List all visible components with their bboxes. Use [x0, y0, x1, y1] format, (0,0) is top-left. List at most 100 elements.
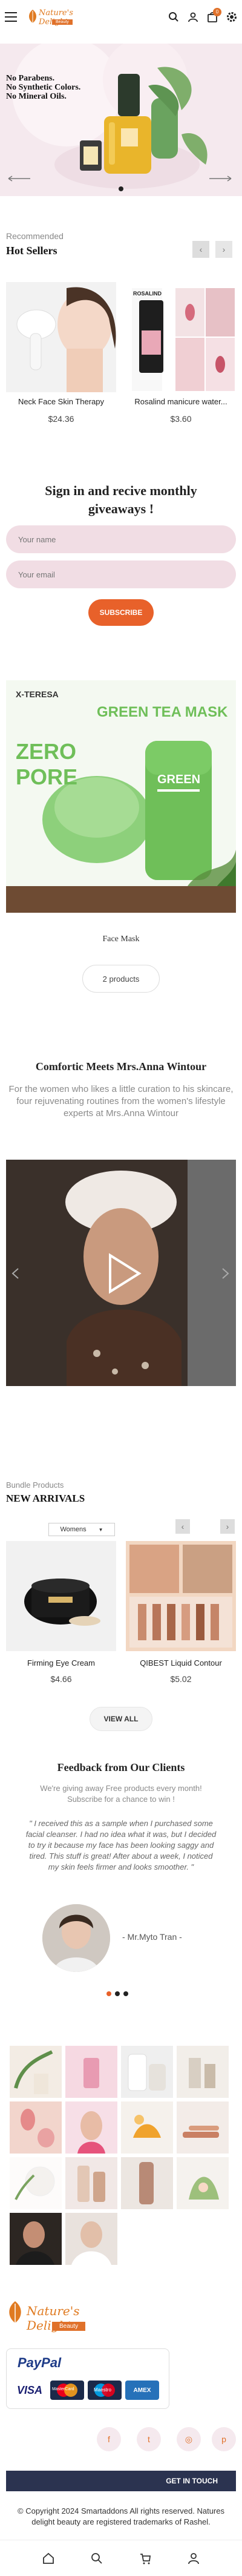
gallery-image[interactable]	[121, 2157, 173, 2209]
hero-pagination[interactable]	[119, 186, 123, 191]
user-icon[interactable]	[188, 12, 198, 22]
site-logo[interactable]: Nature's Delight Beauty	[25, 6, 100, 28]
bottom-nav	[0, 2540, 242, 2576]
testimonial-pagination[interactable]	[106, 1991, 128, 1996]
product-image[interactable]	[126, 1541, 236, 1651]
newsletter-title-line: giveaways !	[88, 501, 154, 516]
newsletter-title: Sign in and recive monthly giveaways !	[0, 482, 242, 518]
next-button[interactable]: ›	[220, 1519, 235, 1534]
user-icon[interactable]	[188, 2552, 200, 2564]
name-field[interactable]: Your name	[6, 525, 236, 553]
products-count-button[interactable]: 2 products	[82, 965, 160, 993]
gallery-image[interactable]	[10, 2157, 62, 2209]
pagination-dot[interactable]	[123, 1991, 128, 1996]
footer-logo[interactable]: Nature's Delight Beauty	[6, 2300, 127, 2336]
gallery-image[interactable]	[177, 2101, 229, 2154]
hero-image	[12, 44, 208, 189]
hero-slider[interactable]: No Parabens. No Synthetic Colors. No Min…	[0, 44, 242, 196]
product-image[interactable]: ROSALIND	[126, 282, 236, 392]
section-title: NEW ARRIVALS	[6, 1493, 85, 1504]
leaf-logo-icon	[9, 2301, 21, 2323]
about-text: For the women who likes a little curatio…	[8, 1084, 234, 1119]
gallery-image[interactable]	[65, 2213, 117, 2265]
gallery-photo	[121, 2157, 173, 2209]
section-label: Recommended	[6, 231, 64, 241]
menu-icon[interactable]	[5, 12, 17, 22]
gallery-image[interactable]	[177, 2046, 229, 2098]
avatar-photo	[42, 1904, 110, 1972]
chevron-left-icon[interactable]	[11, 1267, 19, 1280]
pagination-dot[interactable]	[106, 1991, 111, 1996]
logo-tag: Beauty	[52, 19, 73, 25]
category-value: Womens	[60, 1526, 87, 1533]
chevron-right-icon[interactable]	[221, 1267, 230, 1280]
hero-line: No Synthetic Colors.	[6, 83, 81, 92]
product-image[interactable]	[6, 282, 116, 392]
hero-text: No Parabens. No Synthetic Colors. No Min…	[6, 74, 80, 101]
paypal-logo: PayPal	[18, 2355, 62, 2370]
gallery-photo	[177, 2157, 229, 2209]
hero-line: No Mineral Oils.	[6, 92, 67, 101]
testimonial-author: - Mr.Myto Tran -	[122, 1932, 182, 1942]
arrow-right-icon[interactable]	[208, 176, 232, 182]
cart-icon[interactable]	[139, 2552, 151, 2564]
category-select[interactable]: Womens ▼	[48, 1523, 115, 1536]
pinterest-icon[interactable]: p	[212, 2427, 236, 2451]
promo-banner[interactable]: X-TERESA GREEN TEA MASK ZERO PORE GREEN	[6, 680, 236, 913]
subscribe-button[interactable]: SUBSCRIBE	[88, 599, 154, 626]
product-photo: ROSALIND	[126, 282, 236, 392]
product-name[interactable]: Rosalind manicure water...	[126, 397, 236, 406]
gallery-photo	[10, 2213, 62, 2265]
stick-brand: GREEN	[157, 773, 200, 786]
instagram-icon[interactable]: ◎	[177, 2427, 201, 2451]
gallery-photo	[10, 2046, 62, 2098]
search-icon[interactable]	[168, 12, 179, 22]
product-price: $4.66	[50, 1674, 72, 1684]
leaf-logo-icon	[29, 10, 36, 23]
product-name[interactable]: QIBEST Liquid Contour	[126, 1658, 236, 1668]
promo-zero: ZERO	[16, 739, 76, 764]
product-photo	[6, 1541, 116, 1651]
gallery-image[interactable]	[10, 2046, 62, 2098]
product-name[interactable]: Neck Face Skin Therapy	[6, 397, 116, 406]
view-all-button[interactable]: VIEW ALL	[90, 1707, 152, 1731]
promo-brand: X-TERESA	[16, 689, 59, 699]
payment-methods: PayPal VISA MasterCard Maestro AMEX	[6, 2348, 169, 2409]
next-button[interactable]: ›	[215, 241, 232, 258]
prev-button[interactable]: ‹	[175, 1519, 190, 1534]
section-label: Bundle Products	[6, 1480, 64, 1490]
arrow-left-icon[interactable]	[7, 176, 31, 182]
gallery-image[interactable]	[65, 2046, 117, 2098]
pagination-dot[interactable]	[115, 1991, 120, 1996]
search-icon[interactable]	[91, 2552, 103, 2564]
product-image[interactable]	[6, 1541, 116, 1651]
prev-button[interactable]: ‹	[192, 241, 209, 258]
gallery-image[interactable]	[65, 2157, 117, 2209]
gallery-photo	[10, 2101, 62, 2154]
gallery-image[interactable]	[121, 2046, 173, 2098]
product-name[interactable]: Firming Eye Cream	[6, 1658, 116, 1668]
cart-button[interactable]: 0	[207, 8, 221, 22]
gallery-image[interactable]	[177, 2157, 229, 2209]
pagination-dot[interactable]	[119, 186, 123, 191]
gallery-image[interactable]	[10, 2213, 62, 2265]
gallery-photo	[177, 2101, 229, 2154]
home-icon[interactable]	[42, 2552, 54, 2564]
gear-icon[interactable]	[226, 12, 237, 22]
facebook-icon[interactable]: f	[97, 2427, 121, 2451]
copyright-text: © Copyright 2024 Smartaddons All rights …	[18, 2506, 224, 2526]
gallery-photo	[177, 2046, 229, 2098]
gallery-photo	[121, 2046, 173, 2098]
product-photo	[6, 282, 116, 392]
gallery-photo	[10, 2157, 62, 2209]
get-in-touch-button[interactable]: GET IN TOUCH	[6, 2471, 236, 2491]
gallery-image[interactable]	[121, 2101, 173, 2154]
gallery-image[interactable]	[65, 2101, 117, 2154]
email-field[interactable]: Your email	[6, 560, 236, 588]
gallery-image[interactable]	[10, 2101, 62, 2154]
site-header: Nature's Delight Beauty 0	[0, 0, 242, 34]
play-icon[interactable]	[97, 1249, 145, 1298]
twitter-icon[interactable]: t	[137, 2427, 161, 2451]
cart-count-badge: 0	[213, 8, 221, 16]
video-player[interactable]	[6, 1160, 236, 1386]
